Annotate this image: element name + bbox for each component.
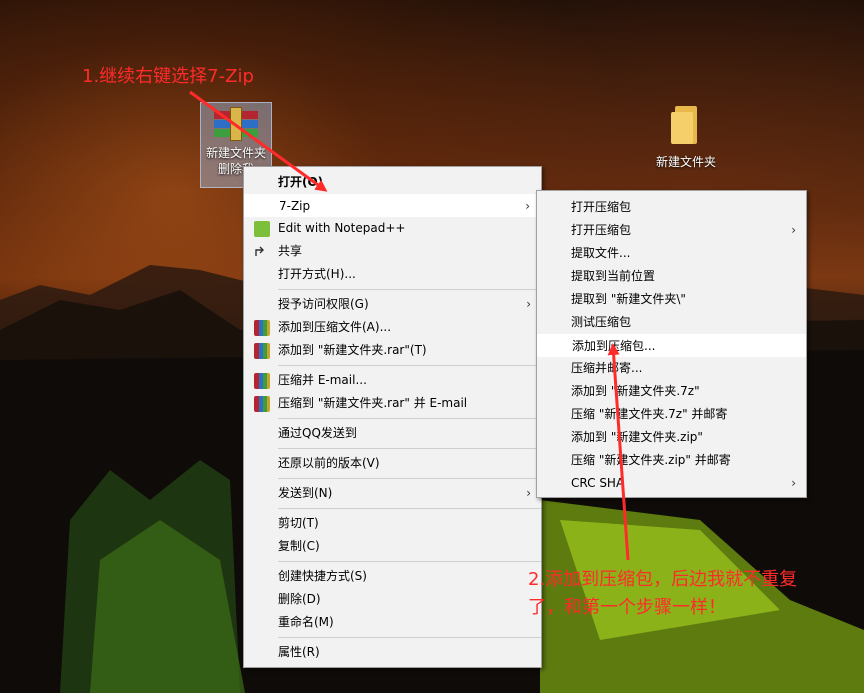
menu-item-grant-access[interactable]: 授予访问权限(G) › <box>244 293 541 316</box>
menu-item-send-to[interactable]: 发送到(N) › <box>244 482 541 505</box>
menu-item-share[interactable]: 共享 <box>244 240 541 263</box>
menu-item-cut-label: 剪切(T) <box>278 516 319 530</box>
menu-item-notepadpp-label: Edit with Notepad++ <box>278 221 406 235</box>
menu-item-restore-versions[interactable]: 还原以前的版本(V) <box>244 452 541 475</box>
submenu-item-compress-zip-email-label: 压缩 "新建文件夹.zip" 并邮寄 <box>571 453 731 467</box>
submenu-item-compress-7z-email[interactable]: 压缩 "新建文件夹.7z" 并邮寄 <box>537 403 806 426</box>
menu-item-open-label: 打开(O) <box>278 175 324 189</box>
menu-item-send-via-qq[interactable]: 通过QQ发送到 <box>244 422 541 445</box>
menu-item-restore-versions-label: 还原以前的版本(V) <box>278 456 380 470</box>
menu-item-rename[interactable]: 重命名(M) <box>244 611 541 634</box>
submenu-item-extract-here-label: 提取到当前位置 <box>571 269 656 283</box>
chevron-right-icon: › <box>791 476 796 490</box>
menu-item-rename-label: 重命名(M) <box>278 615 334 629</box>
menu-separator <box>278 289 541 290</box>
annotation-step2-line2: 了，和第一个步骤一样！ <box>528 597 726 618</box>
menu-item-notepadpp[interactable]: Edit with Notepad++ <box>244 217 541 240</box>
submenu-item-test-archive[interactable]: 测试压缩包 <box>537 311 806 334</box>
menu-item-7zip[interactable]: 7-Zip › <box>244 194 541 217</box>
menu-item-add-to-rar[interactable]: 添加到 "新建文件夹.rar"(T) <box>244 339 541 362</box>
menu-item-open[interactable]: 打开(O) <box>244 171 541 194</box>
menu-item-copy[interactable]: 复制(C) <box>244 535 541 558</box>
chevron-right-icon: › <box>526 486 531 500</box>
menu-item-create-shortcut-label: 创建快捷方式(S) <box>278 569 367 583</box>
menu-item-compress-rar-email-label: 压缩到 "新建文件夹.rar" 并 E-mail <box>278 396 468 410</box>
submenu-item-add-to-archive-label: 添加到压缩包... <box>572 339 656 353</box>
menu-item-share-label: 共享 <box>278 244 303 258</box>
desktop-icon-folder-label: 新建文件夹 <box>655 155 716 169</box>
menu-item-grant-access-label: 授予访问权限(G) <box>278 297 369 311</box>
context-menu: 打开(O) 7-Zip › Edit with Notepad++ 共享 打开方式… <box>243 166 542 668</box>
menu-item-add-to-rar-label: 添加到 "新建文件夹.rar"(T) <box>278 343 427 357</box>
chevron-right-icon: › <box>791 223 796 237</box>
annotation-step1: 1.继续右键选择7-Zip <box>82 66 254 87</box>
winrar-archive-icon <box>214 107 258 145</box>
winrar-icon <box>254 373 270 389</box>
winrar-icon <box>254 320 270 336</box>
submenu-item-compress-email[interactable]: 压缩并邮寄... <box>537 357 806 380</box>
folder-icon <box>671 104 701 144</box>
submenu-item-open-archive-sub[interactable]: 打开压缩包 › <box>537 219 806 242</box>
menu-separator <box>278 478 541 479</box>
submenu-item-open-archive-label: 打开压缩包 <box>571 200 632 214</box>
menu-item-add-to-archive-label: 添加到压缩文件(A)... <box>278 320 392 334</box>
menu-item-copy-label: 复制(C) <box>278 539 320 553</box>
menu-separator <box>278 365 541 366</box>
submenu-item-extract-files-label: 提取文件... <box>571 246 631 260</box>
submenu-item-compress-email-label: 压缩并邮寄... <box>571 361 643 375</box>
menu-item-compress-email[interactable]: 压缩并 E-mail... <box>244 369 541 392</box>
submenu-item-open-archive[interactable]: 打开压缩包 <box>537 196 806 219</box>
menu-item-delete[interactable]: 删除(D) <box>244 588 541 611</box>
submenu-item-add-to-7z-label: 添加到 "新建文件夹.7z" <box>571 384 700 398</box>
submenu-item-extract-to-folder[interactable]: 提取到 "新建文件夹\" <box>537 288 806 311</box>
notepadpp-icon <box>254 221 270 237</box>
menu-item-open-with[interactable]: 打开方式(H)... <box>244 263 541 286</box>
menu-separator <box>278 561 541 562</box>
submenu-item-open-archive-sub-label: 打开压缩包 <box>571 223 632 237</box>
submenu-item-add-to-7z[interactable]: 添加到 "新建文件夹.7z" <box>537 380 806 403</box>
menu-item-open-with-label: 打开方式(H)... <box>278 267 356 281</box>
menu-item-cut[interactable]: 剪切(T) <box>244 512 541 535</box>
menu-item-send-to-label: 发送到(N) <box>278 486 333 500</box>
menu-item-send-via-qq-label: 通过QQ发送到 <box>278 426 357 440</box>
submenu-item-add-to-zip[interactable]: 添加到 "新建文件夹.zip" <box>537 426 806 449</box>
winrar-icon <box>254 396 270 412</box>
desktop-icon-folder[interactable]: 新建文件夹 <box>650 104 722 170</box>
desktop-icon-archive-label-line1: 新建文件夹 <box>205 146 266 160</box>
submenu-item-crc-sha[interactable]: CRC SHA › <box>537 472 806 495</box>
chevron-right-icon: › <box>526 297 531 311</box>
menu-item-create-shortcut[interactable]: 创建快捷方式(S) <box>244 565 541 588</box>
submenu-item-extract-here[interactable]: 提取到当前位置 <box>537 265 806 288</box>
annotation-step2-line1: 2.添加到压缩包，后边我就不重复 <box>528 569 798 590</box>
menu-item-delete-label: 删除(D) <box>278 592 321 606</box>
menu-item-compress-rar-email[interactable]: 压缩到 "新建文件夹.rar" 并 E-mail <box>244 392 541 415</box>
submenu-item-compress-7z-email-label: 压缩 "新建文件夹.7z" 并邮寄 <box>571 407 728 421</box>
zip-submenu: 打开压缩包 打开压缩包 › 提取文件... 提取到当前位置 提取到 "新建文件夹\… <box>536 190 807 498</box>
menu-item-properties-label: 属性(R) <box>278 645 320 659</box>
submenu-item-crc-sha-label: CRC SHA <box>571 476 625 490</box>
menu-separator <box>278 637 541 638</box>
share-icon <box>254 244 270 260</box>
submenu-item-test-archive-label: 测试压缩包 <box>571 315 632 329</box>
menu-item-7zip-label: 7-Zip <box>279 199 311 213</box>
submenu-item-add-to-archive[interactable]: 添加到压缩包... <box>537 334 806 357</box>
menu-item-compress-email-label: 压缩并 E-mail... <box>278 373 367 387</box>
menu-separator <box>278 418 541 419</box>
chevron-right-icon: › <box>525 199 530 213</box>
submenu-item-add-to-zip-label: 添加到 "新建文件夹.zip" <box>571 430 703 444</box>
menu-separator <box>278 448 541 449</box>
winrar-icon <box>254 343 270 359</box>
submenu-item-compress-zip-email[interactable]: 压缩 "新建文件夹.zip" 并邮寄 <box>537 449 806 472</box>
menu-item-add-to-archive[interactable]: 添加到压缩文件(A)... <box>244 316 541 339</box>
menu-separator <box>278 508 541 509</box>
menu-item-properties[interactable]: 属性(R) <box>244 641 541 664</box>
submenu-item-extract-files[interactable]: 提取文件... <box>537 242 806 265</box>
submenu-item-extract-to-folder-label: 提取到 "新建文件夹\" <box>571 292 686 306</box>
